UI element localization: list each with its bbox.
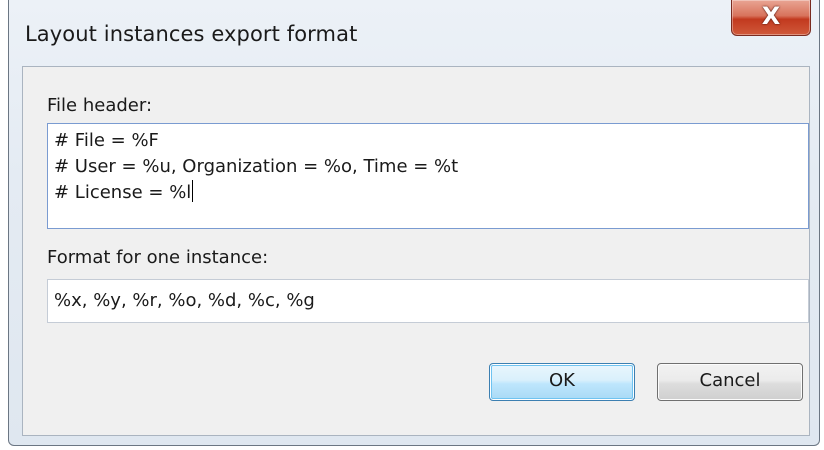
file-header-line: # License = %l (54, 180, 802, 206)
cancel-button[interactable]: Cancel (657, 363, 803, 401)
file-header-line: # User = %u, Organization = %o, Time = %… (54, 156, 459, 177)
dialog-body: File header: # File = %F # User = %u, Or… (22, 66, 810, 436)
close-button[interactable]: X (731, 0, 811, 36)
text-caret (192, 180, 194, 202)
file-header-label: File header: (47, 95, 153, 116)
file-header-line-text: # License = %l (54, 182, 192, 203)
instance-format-label: Format for one instance: (47, 247, 269, 268)
close-icon: X (761, 2, 781, 30)
dialog-window: Layout instances export format X File he… (8, 0, 820, 446)
file-header-textarea[interactable]: # File = %F # User = %u, Organization = … (47, 123, 809, 229)
file-header-line: # File = %F (54, 130, 159, 151)
ok-button[interactable]: OK (489, 363, 635, 401)
title-bar[interactable]: Layout instances export format X (9, 0, 819, 66)
instance-format-input[interactable]: %x, %y, %r, %o, %d, %c, %g (47, 279, 809, 323)
window-title: Layout instances export format (25, 22, 358, 46)
